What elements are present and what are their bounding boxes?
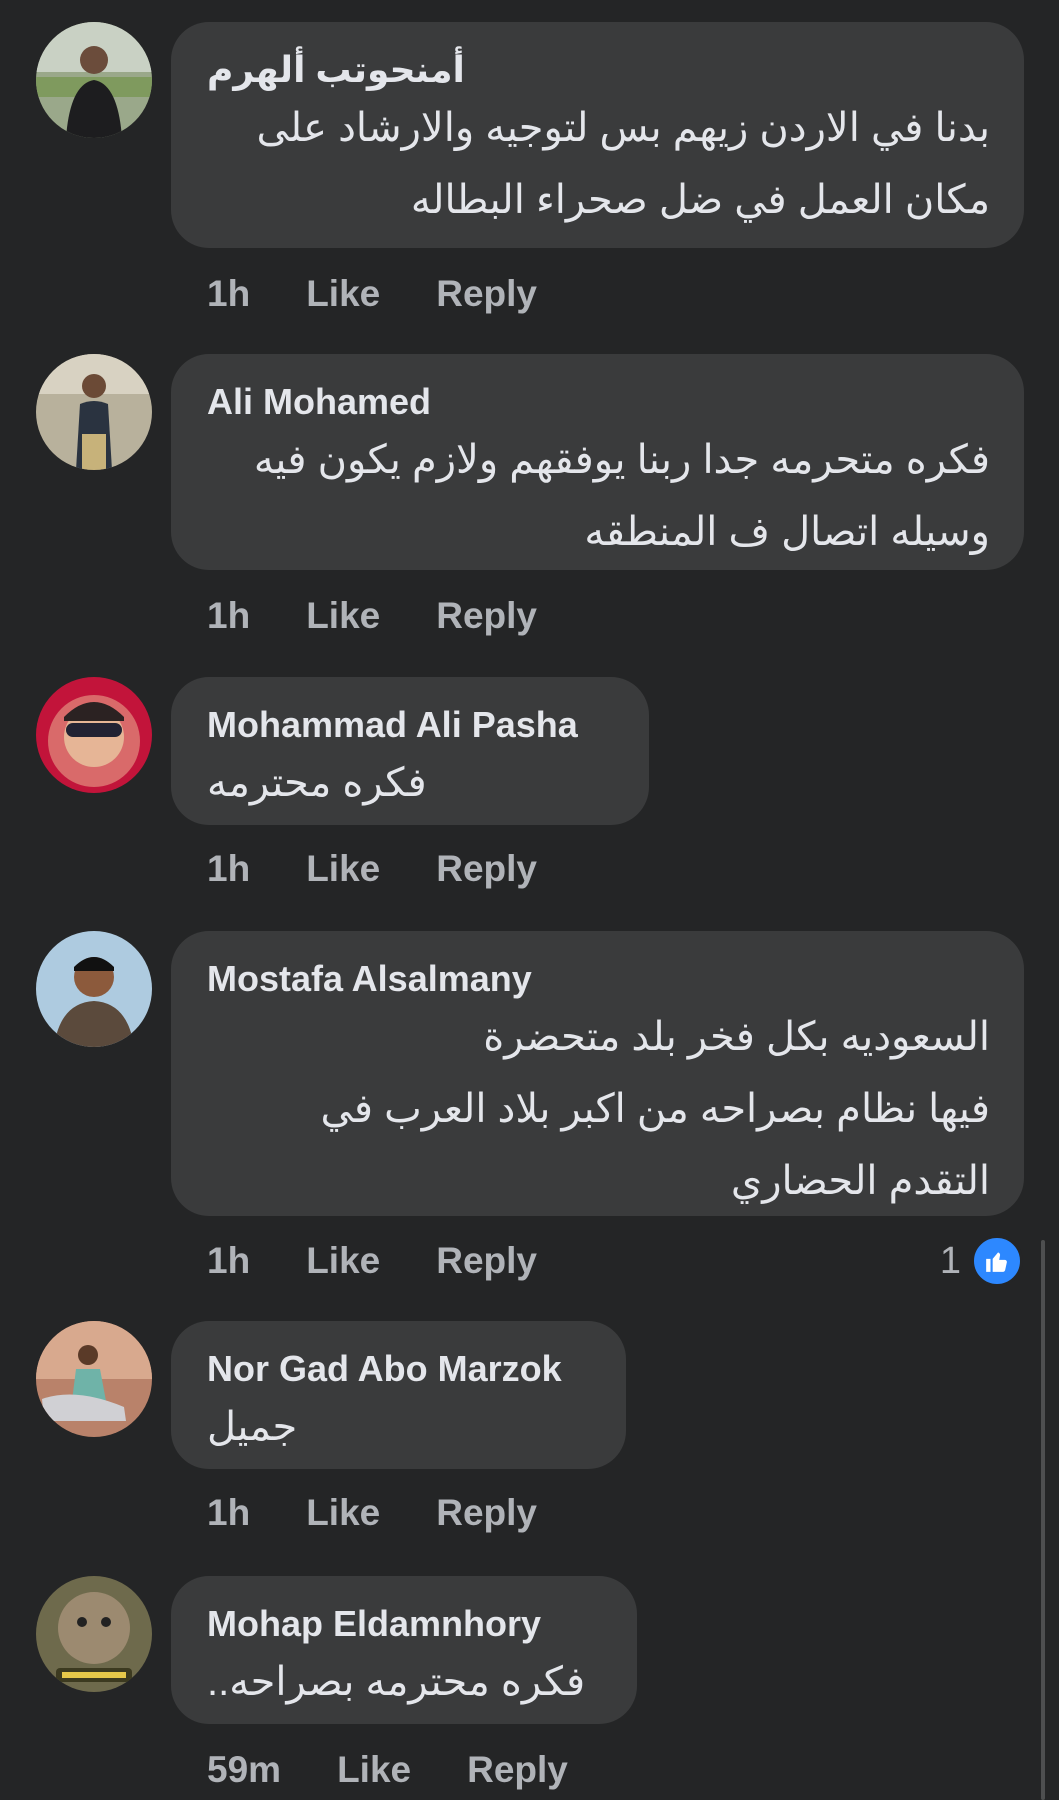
comment-text-line: فكره متحرمه جدا ربنا يوفقهم ولازم يكون ف… [253,438,990,482]
comment-text-line: فيها نظام بصراحه من اكبر بلاد العرب في [320,1087,990,1131]
avatar[interactable] [36,1321,152,1437]
comment-text-line: وسيله اتصال ف المنطقه [584,510,990,554]
comment-author[interactable]: Mohap Eldamnhory [207,1602,603,1646]
comment-author[interactable]: Mostafa Alsalmany [207,957,990,1001]
comment-time[interactable]: 59m [207,1748,281,1792]
comment-text-line: التقدم الحضاري [730,1159,990,1203]
comment-bubble: Mostafa Alsalmany السعوديه بكل فخر بلد م… [171,931,1024,1216]
comment-time[interactable]: 1h [207,594,250,638]
reply-button[interactable]: Reply [436,1239,537,1283]
comment-text: فكره متحرمه جدا ربنا يوفقهم ولازم يكون ف… [207,424,990,568]
like-thumb-icon [971,1235,1023,1287]
comment-time[interactable]: 1h [207,1491,250,1535]
like-button[interactable]: Like [306,1239,380,1283]
comment-text: بدنا في الاردن زيهم بس لتوجيه والارشاد ع… [207,92,990,236]
comment-author[interactable]: أمنحوتب ألهرم [207,48,990,92]
comment-bubble: أمنحوتب ألهرم بدنا في الاردن زيهم بس لتو… [171,22,1024,248]
comment-text-line: السعوديه بكل فخر بلد متحضرة [483,1015,990,1059]
avatar[interactable] [36,1576,152,1692]
like-button[interactable]: Like [337,1748,411,1792]
reaction-count-number: 1 [939,1239,961,1282]
comment-actions: 1h Like Reply [207,847,537,891]
avatar[interactable] [36,677,152,793]
comment-text-line: فكره محترمه [207,761,427,805]
comment-bubble: Mohammad Ali Pasha فكره محترمه [171,677,649,825]
avatar[interactable] [36,931,152,1047]
comment-actions: 1h Like Reply [207,272,537,316]
reply-button[interactable]: Reply [436,272,537,316]
comment-actions: 1h Like Reply [207,594,537,638]
reply-button[interactable]: Reply [436,847,537,891]
comment-bubble: Nor Gad Abo Marzok جميل [171,1321,626,1469]
comment-text-line: بدنا في الاردن زيهم بس لتوجيه والارشاد ع… [256,106,990,150]
scrollbar[interactable] [1041,1240,1045,1800]
comment-text-line: جميل [207,1405,298,1449]
like-button[interactable]: Like [306,594,380,638]
comment-author[interactable]: Nor Gad Abo Marzok [207,1347,592,1391]
comment-text: السعوديه بكل فخر بلد متحضرة فيها نظام بص… [207,1001,990,1217]
comment-author[interactable]: Ali Mohamed [207,380,990,424]
reply-button[interactable]: Reply [436,1491,537,1535]
comment-bubble: Ali Mohamed فكره متحرمه جدا ربنا يوفقهم … [171,354,1024,570]
comment-text: فكره محترمه [207,747,615,819]
comment-time[interactable]: 1h [207,1239,250,1283]
comment-actions: 1h Like Reply [207,1239,537,1283]
avatar[interactable] [36,354,152,470]
comment-text: فكره محترمه بصراحه.. [207,1646,603,1718]
like-button[interactable]: Like [306,847,380,891]
comment-time[interactable]: 1h [207,272,250,316]
comment-actions: 1h Like Reply [207,1491,537,1535]
comment-text-line: مكان العمل في ضل صحراء البطاله [410,178,990,222]
like-button[interactable]: Like [306,272,380,316]
reply-button[interactable]: Reply [467,1748,568,1792]
comment-actions: 59m Like Reply [207,1748,568,1792]
comment-time[interactable]: 1h [207,847,250,891]
comment-bubble: Mohap Eldamnhory فكره محترمه بصراحه.. [171,1576,637,1724]
reply-button[interactable]: Reply [436,594,537,638]
comment-author[interactable]: Mohammad Ali Pasha [207,703,615,747]
avatar[interactable] [36,22,152,138]
like-button[interactable]: Like [306,1491,380,1535]
reaction-count[interactable]: 1 [940,1235,1023,1287]
comment-text-line: فكره محترمه بصراحه.. [207,1660,586,1704]
comment-text: جميل [207,1391,592,1463]
